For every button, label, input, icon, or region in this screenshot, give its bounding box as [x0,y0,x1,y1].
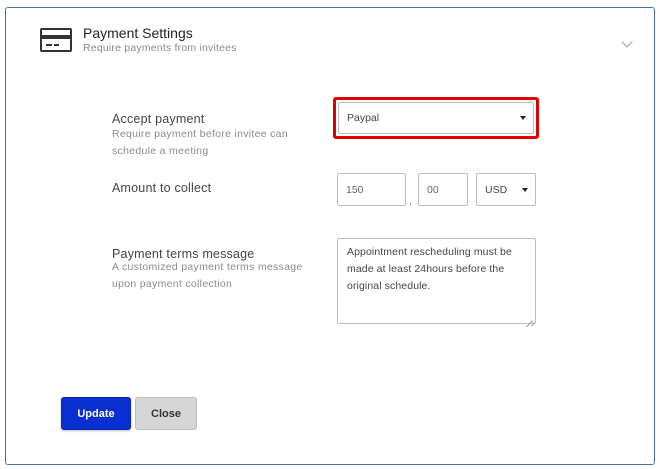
resize-handle-icon[interactable] [526,314,533,321]
terms-help: A customized payment terms message upon … [112,261,303,290]
close-button[interactable]: Close [135,397,197,430]
update-button[interactable]: Update [61,397,131,430]
payment-provider-value: Paypal [347,112,380,124]
payment-provider-select[interactable]: Paypal [338,102,534,134]
accept-payment-help: Require payment before invitee can sched… [112,128,288,157]
currency-value: USD [485,183,508,196]
card-dash [54,44,59,46]
caret-down-icon [520,116,526,120]
amount-whole-value: 150 [346,183,364,196]
accept-payment-label: Accept payment [112,112,205,126]
card-dash [46,44,52,46]
terms-message-textarea[interactable]: Appointment rescheduling must be made at… [337,238,536,324]
currency-select[interactable]: USD [476,173,536,206]
amount-cents-value: 00 [427,183,439,196]
amount-cents-input[interactable]: 00 [418,173,468,206]
terms-message-text: Appointment rescheduling must be made at… [347,246,512,292]
amount-whole-input[interactable]: 150 [337,173,406,206]
decimal-separator: . [409,196,413,208]
credit-card-icon [40,28,72,52]
card-stripe [42,35,70,39]
section-title: Payment Settings [83,25,193,41]
amount-label: Amount to collect [112,181,212,195]
caret-down-icon [522,187,528,192]
section-subtitle: Require payments from invitees [83,42,237,54]
